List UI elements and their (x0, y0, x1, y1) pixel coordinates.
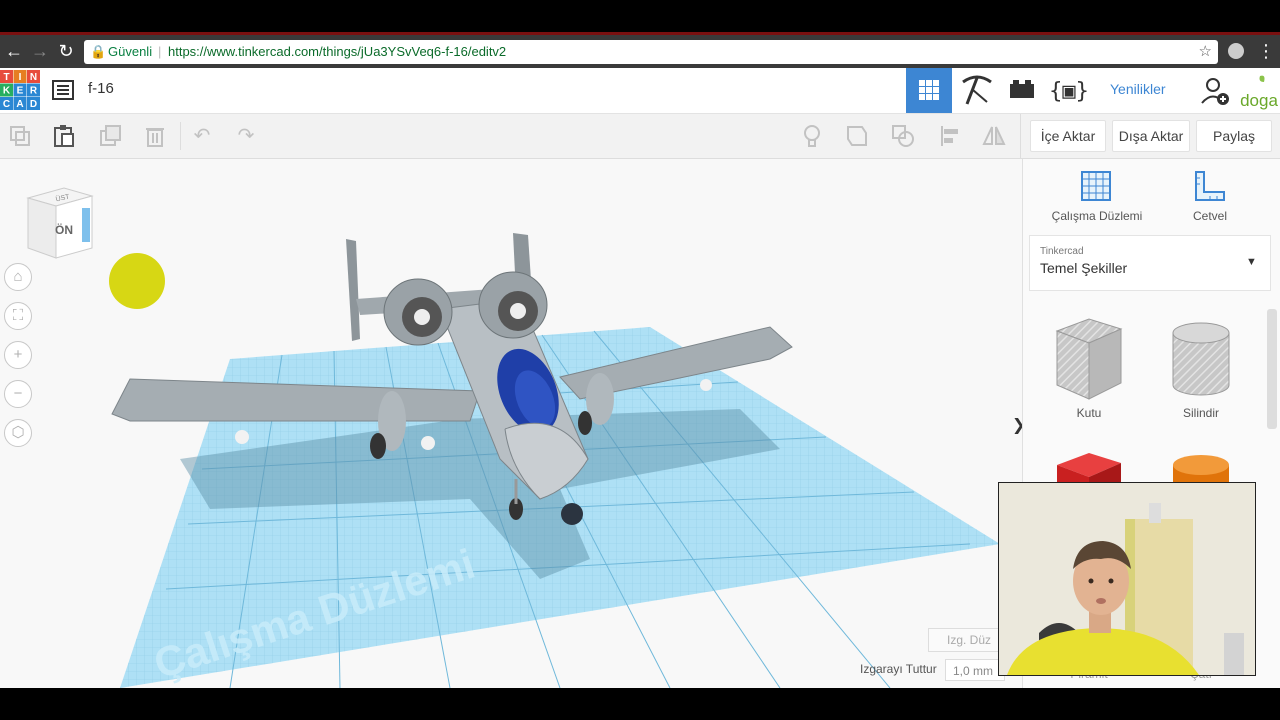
ruler-icon[interactable] (1193, 169, 1227, 203)
trash-icon[interactable] (143, 124, 167, 148)
workplane-icon[interactable] (1079, 169, 1113, 203)
logo-letter: D (30, 99, 37, 110)
bookmark-star-icon[interactable]: ☆ (1199, 40, 1212, 64)
webcam-overlay (998, 482, 1256, 676)
partner-logo: doga (1238, 72, 1280, 112)
light-bulb-icon[interactable] (800, 124, 824, 148)
ungroup-icon[interactable] (891, 124, 915, 148)
logo-letter: A (16, 99, 23, 110)
panel-scrollbar[interactable] (1267, 309, 1277, 429)
url-text: https://www.tinkercad.com/things/jUa3YSv… (168, 44, 507, 59)
design-title[interactable]: f-16 (88, 80, 114, 97)
perspective-icon[interactable]: ⬡ (4, 419, 32, 447)
logo-letter: I (19, 72, 22, 83)
top-black-bar (0, 0, 1280, 32)
grid-icon (919, 80, 939, 100)
library-name: Temel Şekiller (1040, 260, 1128, 276)
reload-icon[interactable]: ↻ (56, 41, 76, 61)
add-user-icon[interactable] (1200, 76, 1230, 106)
sidebar-collapse-icon[interactable]: ❯ (1012, 411, 1022, 441)
lock-icon: 🔒 (90, 44, 107, 59)
design-list-icon[interactable] (52, 79, 74, 101)
app-header: T I N K E R C A D f-16 {▣} Yenilikler do… (0, 68, 1280, 114)
menu-dots-icon[interactable]: ⋮ (1256, 41, 1276, 61)
cylinder-shape-icon[interactable] (1169, 321, 1233, 397)
fit-view-icon[interactable]: ⛶ (4, 302, 32, 330)
export-button[interactable]: Dışa Aktar (1112, 120, 1190, 152)
undo-icon[interactable]: ↶ (190, 124, 214, 148)
view-cube[interactable]: ÜST ÖN (26, 184, 96, 260)
align-icon[interactable] (938, 124, 962, 148)
back-icon[interactable]: ← (4, 41, 24, 61)
import-button[interactable]: İçe Aktar (1030, 120, 1106, 152)
box-shape-icon[interactable] (1051, 317, 1127, 401)
bricks-pickaxe-button[interactable] (953, 68, 999, 113)
code-blocks-button[interactable]: {▣} (1046, 68, 1092, 113)
logo-letter: N (30, 72, 37, 83)
partner-logo-text: doga (1240, 91, 1278, 110)
mirror-icon[interactable] (982, 124, 1006, 148)
redo-icon[interactable]: ↷ (234, 124, 258, 148)
pickaxe-icon (962, 75, 992, 105)
bottom-black-bar (0, 688, 1280, 720)
svg-text:{▣}: {▣} (1049, 79, 1089, 104)
view-cube-front-label: ÖN (55, 222, 73, 237)
whats-new-link[interactable]: Yenilikler (1110, 81, 1166, 97)
forward-icon[interactable]: → (30, 41, 50, 61)
browser-chrome: ← → ↻ 🔒 Güvenli | https://www.tinkercad.… (0, 32, 1280, 68)
workplane-scene[interactable]: Çalışma Düzlemi (0, 159, 1022, 688)
library-select[interactable]: Tinkercad Temel Şekiller ▼ (1029, 235, 1271, 291)
code-blocks-icon: {▣} (1049, 79, 1089, 104)
logo-letter: R (30, 86, 38, 97)
snap-grid-label: Izgarayı Tuttur (860, 662, 937, 676)
snap-grid-select[interactable]: 1,0 mm (945, 659, 1005, 681)
ruler-label[interactable]: Cetvel (1170, 209, 1250, 223)
workplane-label[interactable]: Çalışma Düzlemi (1045, 209, 1149, 223)
secure-label: Güvenli (108, 44, 153, 59)
copy-icon[interactable] (8, 124, 32, 148)
brick-icon (1010, 80, 1034, 98)
address-bar[interactable]: 🔒 Güvenli | https://www.tinkercad.com/th… (84, 40, 1218, 64)
zoom-out-icon[interactable]: − (4, 380, 32, 408)
bricks-button[interactable] (999, 68, 1045, 113)
extension-icon[interactable] (1228, 43, 1244, 59)
zoom-in-icon[interactable]: + (4, 341, 32, 369)
paste-icon[interactable] (52, 124, 76, 148)
3d-viewport[interactable]: Çalışma Düzlemi ÜST ÖN ⌂ ⛶ + − ⬡ Izg. Dü… (0, 159, 1022, 688)
tinkercad-logo[interactable]: T I N K E R C A D (0, 70, 40, 110)
group-icon[interactable] (845, 124, 869, 148)
chevron-down-icon: ▼ (1246, 256, 1257, 268)
edit-toolbar: ↶ ↷ İçe Aktar Dışa Aktar Paylaş (0, 114, 1280, 159)
library-source: Tinkercad (1040, 246, 1084, 257)
box-shape-label: Kutu (1076, 406, 1102, 420)
logo-letter: C (3, 99, 10, 110)
cylinder-shape-label: Silindir (1182, 406, 1219, 420)
share-button[interactable]: Paylaş (1196, 120, 1272, 152)
logo-letter: T (3, 72, 9, 83)
logo-letter: K (3, 86, 11, 97)
logo-letter: E (17, 86, 24, 97)
3d-view-button[interactable] (906, 68, 952, 113)
duplicate-icon[interactable] (98, 124, 122, 148)
home-view-icon[interactable]: ⌂ (4, 263, 32, 291)
cursor-highlight (109, 253, 165, 309)
